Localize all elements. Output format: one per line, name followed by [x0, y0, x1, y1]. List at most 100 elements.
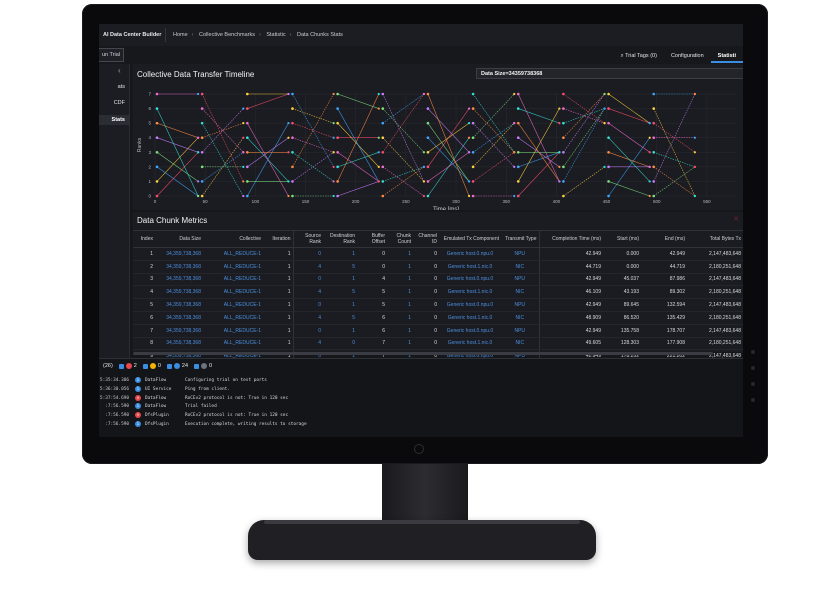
- column-header[interactable]: Collective: [203, 230, 263, 248]
- transfer-line: [382, 137, 425, 182]
- table-row[interactable]: 3 34,359,738,368 ALL_REDUCE-1 1 0 1 4 1 0 Generic…: [133, 273, 743, 287]
- transfer-point: [246, 136, 249, 140]
- transfer-point: [422, 92, 426, 96]
- transfer-point: [607, 136, 610, 140]
- table-horizontal-scrollbar[interactable]: [133, 352, 713, 355]
- nav-item-chunk-stats[interactable]: Stats: [99, 115, 129, 125]
- transfer-point: [607, 165, 610, 169]
- transfer-point: [471, 165, 475, 169]
- transfer-point: [471, 194, 475, 198]
- breadcrumb-collective-benchmarks[interactable]: Collective Benchmarks: [199, 32, 255, 38]
- run-trial-button[interactable]: un Trial: [99, 48, 124, 62]
- column-header[interactable]: Start (ms): [603, 230, 641, 248]
- data-size-select[interactable]: Data Size=34359738368: [476, 68, 743, 79]
- table-row[interactable]: 4 34,359,738,368 ALL_REDUCE-1 1 4 5 5 1 0 Generic…: [133, 285, 743, 300]
- transfer-point: [426, 121, 430, 125]
- y-tick-label: 5: [148, 121, 151, 126]
- table-cell: 2,180,251,648: [687, 311, 743, 325]
- transfer-point: [377, 165, 380, 168]
- column-header[interactable]: Channel ID: [413, 230, 439, 248]
- column-header[interactable]: Data Size: [155, 230, 203, 248]
- transfer-point: [155, 194, 159, 198]
- log-row[interactable]: 5:37:54.690 × DataFlow RoCEv2 protocol is n…: [99, 394, 743, 404]
- error-filter[interactable]: 2: [118, 363, 137, 369]
- column-header[interactable]: Total Bytes Tx: [687, 230, 743, 248]
- transfer-point: [197, 151, 200, 154]
- x-tick-label: 250: [402, 199, 410, 204]
- transfer-point: [287, 151, 290, 154]
- table-cell: 0: [413, 311, 439, 325]
- warning-filter[interactable]: 0: [142, 363, 161, 369]
- table-cell: 5: [357, 298, 387, 312]
- collapse-chevron-icon[interactable]: ‹: [118, 66, 121, 75]
- column-header[interactable]: Buffer Offset: [357, 230, 387, 248]
- log-row[interactable]: 5:35:34.306 i DataFlow Configuring trial on…: [99, 377, 743, 386]
- checkbox-icon[interactable]: [194, 363, 200, 369]
- column-header[interactable]: Completion Time (ms): [538, 230, 603, 248]
- nav-item-stats[interactable]: ats: [99, 84, 129, 90]
- table-row[interactable]: 2 34,359,738,368 ALL_REDUCE-1 1 4 5 0 1 0 Generic…: [133, 260, 743, 274]
- column-header[interactable]: Transmit Type: [501, 230, 539, 248]
- transfer-point: [516, 194, 520, 198]
- nav-item-cdf[interactable]: CDF: [99, 100, 129, 106]
- table-row[interactable]: 6 34,359,738,368 ALL_REDUCE-1 1 4 5 6 1 0 Generic…: [133, 311, 743, 325]
- table-header-row: Index Data Size Collective Iteration Source …: [133, 230, 743, 248]
- column-header[interactable]: End (ms): [641, 230, 687, 248]
- table-cell: 34,359,738,368: [155, 337, 203, 351]
- transfer-point: [200, 194, 204, 198]
- table-cell: 8: [133, 337, 155, 351]
- column-header[interactable]: Iteration: [263, 230, 293, 248]
- column-header[interactable]: Emulated Tx Component: [439, 230, 501, 248]
- transfer-point: [607, 121, 610, 125]
- column-header[interactable]: Source Rank: [292, 230, 323, 248]
- transfer-point: [607, 194, 610, 198]
- log-row[interactable]: :7:56.590 × DfsPlugin RoCEv2 protocol is no…: [99, 412, 743, 421]
- transfer-point: [558, 180, 561, 183]
- log-row[interactable]: :7:56.590 i DfsPlugin Execution complete, w…: [99, 420, 743, 430]
- column-header[interactable]: Index: [133, 230, 155, 248]
- breadcrumb-statistic[interactable]: Statistic: [266, 32, 285, 38]
- transfer-point: [516, 180, 520, 183]
- transfer-point: [291, 121, 294, 125]
- transfer-point: [693, 92, 696, 96]
- info-filter[interactable]: 24: [166, 363, 188, 369]
- tab-statistics[interactable]: Statisti: [710, 49, 743, 63]
- log-row[interactable]: :7:56.590 i DataFlow Trial failed: [99, 403, 743, 412]
- transfer-point: [422, 180, 426, 183]
- table-cell: NPU: [501, 298, 539, 312]
- table-cell: 1: [387, 260, 413, 274]
- table-cell: 3: [133, 273, 155, 287]
- transfer-point: [603, 165, 606, 168]
- column-header[interactable]: Chunk Count: [387, 230, 413, 248]
- transfer-point: [246, 92, 249, 96]
- checkbox-icon[interactable]: [142, 363, 148, 369]
- transfer-point: [197, 194, 200, 198]
- table-row[interactable]: 7 34,359,738,368 ALL_REDUCE-1 1 0 1 6 1 0 Generic…: [133, 324, 743, 338]
- x-tick-label: 100: [252, 199, 260, 204]
- checkbox-icon[interactable]: [118, 363, 124, 369]
- transfer-point: [648, 165, 651, 168]
- table-row[interactable]: 5 34,359,738,368 ALL_REDUCE-1 1 0 1 5 1 0 Generic…: [133, 298, 743, 312]
- table-row[interactable]: 1 34,359,738,368 ALL_REDUCE-1 1 0 1 0 1 0 Generic…: [133, 247, 743, 261]
- transfer-point: [471, 136, 475, 140]
- table-row[interactable]: 8 34,359,738,368 ALL_REDUCE-1 1 4 0 7 1 0 Generic…: [133, 337, 743, 351]
- transfer-point: [246, 194, 249, 198]
- transfer-point: [291, 194, 294, 198]
- transfer-point: [513, 151, 516, 154]
- transfer-line: [608, 108, 650, 124]
- log-row[interactable]: 5:36:30.056 i UI Service Ping from client.: [99, 385, 743, 395]
- transfer-point: [693, 151, 696, 154]
- table-cell: 34,359,738,368: [155, 285, 203, 300]
- close-icon[interactable]: ✕: [733, 215, 739, 223]
- transfer-point: [558, 151, 561, 154]
- table-cell: ALL_REDUCE-1: [203, 285, 263, 300]
- tab-configuration[interactable]: Configuration: [664, 49, 711, 63]
- debug-filter[interactable]: 0: [194, 363, 212, 369]
- checkbox-icon[interactable]: [166, 363, 172, 369]
- tab-trial-tags[interactable]: ⌕ Trial Tags (0): [614, 49, 664, 63]
- log-source: DfsPlugin: [145, 421, 169, 427]
- breadcrumb-home[interactable]: Home: [173, 32, 188, 38]
- column-header[interactable]: Destination Rank: [323, 230, 357, 248]
- transfer-point: [607, 150, 610, 154]
- transfer-line: [472, 108, 515, 153]
